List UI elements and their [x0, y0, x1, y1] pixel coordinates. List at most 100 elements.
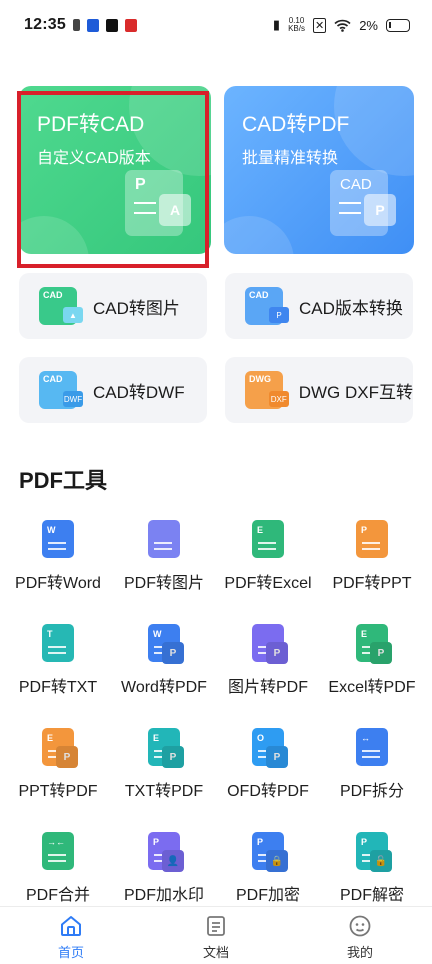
tool-pdf-split[interactable]: ↔ PDF拆分 [318, 728, 426, 828]
icon-badge: P [162, 642, 184, 664]
icon-line [258, 548, 276, 550]
tool-label: Word转PDF [121, 679, 207, 696]
tool-word-to-pdf[interactable]: W P Word转PDF [110, 624, 218, 724]
icon-line [48, 860, 66, 862]
icon-text: P [153, 837, 160, 847]
pdf-to-image-icon [148, 520, 180, 558]
icon-text: P [361, 837, 368, 847]
tool-label: PDF转TXT [18, 679, 98, 696]
pdf-split-icon: ↔ [356, 728, 388, 766]
icon-line [154, 548, 172, 550]
icon-text: E [257, 525, 264, 535]
icon-badge: P [269, 307, 289, 323]
quick-label: CAD转图片 [93, 298, 180, 318]
tool-label: Excel转PDF [328, 679, 416, 696]
nav-profile[interactable]: 我的 [320, 907, 400, 964]
pdf-merge-icon: →← [42, 832, 74, 870]
tool-label: TXT转PDF [124, 783, 204, 800]
nav-documents[interactable]: 文档 [176, 907, 256, 964]
icon-text: E [47, 733, 54, 743]
doc-line [339, 202, 361, 204]
tool-image-to-pdf[interactable]: P 图片转PDF [214, 624, 322, 724]
icon-line [362, 750, 380, 752]
icon-badge: P [162, 746, 184, 768]
icon-badge: 🔒 [266, 850, 288, 872]
dwg-dxf-icon: DWG DXF [245, 371, 289, 409]
icon-badge: DXF [268, 391, 289, 407]
icon-badge: P [266, 746, 288, 768]
tool-pdf-to-word[interactable]: W PDF转Word [4, 520, 112, 620]
cad-to-pdf-card[interactable]: CAD转PDF 批量精准转换 CAD P [224, 86, 414, 254]
quick-cad-version-convert[interactable]: CAD P CAD版本转换 [225, 273, 413, 339]
tool-pdf-to-txt[interactable]: T PDF转TXT [4, 624, 112, 724]
tool-label: PDF转图片 [123, 575, 204, 592]
status-time: 12:35 [24, 16, 66, 33]
tool-label: PDF加密 [235, 887, 300, 904]
cad-version-icon: CAD P [245, 287, 289, 325]
icon-line [154, 542, 172, 544]
battery-icon [386, 18, 410, 32]
tool-pdf-to-ppt[interactable]: P PDF转PPT [318, 520, 426, 620]
tool-ppt-to-pdf[interactable]: E P PPT转PDF [4, 728, 112, 828]
icon-text: P [361, 525, 368, 535]
nav-label: 文档 [202, 945, 229, 960]
icon-line [362, 542, 380, 544]
icon-text: CAD [43, 374, 63, 384]
icon-line [362, 756, 380, 758]
cad-image-icon: CAD ▲ [39, 287, 83, 325]
icon-line [48, 854, 66, 856]
news-icon [124, 18, 137, 32]
icon-text: E [153, 733, 160, 743]
icon-text: CAD [43, 290, 63, 300]
document-icon [207, 916, 225, 936]
quick-label: CAD版本转换 [299, 298, 403, 318]
nav-label: 首页 [57, 945, 84, 960]
tool-excel-to-pdf[interactable]: E P Excel转PDF [318, 624, 426, 724]
icon-badge: P [56, 746, 78, 768]
icon-text: ↔ [361, 733, 370, 743]
tool-label: PDF转PPT [332, 575, 412, 592]
sim-icon [72, 19, 80, 31]
tool-label: 图片转PDF [227, 679, 308, 696]
icon-badge: 👤 [162, 850, 184, 872]
nav-home[interactable]: 首页 [31, 907, 111, 964]
network-speed: 0.10 KB/s [288, 17, 305, 33]
tool-label: PDF转Word [15, 575, 101, 592]
cad-document-icon: CAD P [330, 170, 396, 236]
tool-txt-to-pdf[interactable]: E P TXT转PDF [110, 728, 218, 828]
icon-line [48, 652, 66, 654]
quick-label: CAD转DWF [93, 382, 185, 402]
tool-pdf-to-image[interactable]: PDF转图片 [110, 520, 218, 620]
pdf-badge: P [364, 194, 396, 226]
tool-label: PDF转Excel [224, 575, 312, 592]
icon-text: W [47, 525, 56, 535]
icon-badge: P [266, 642, 288, 664]
icon-badge: P [370, 642, 392, 664]
icon-line [258, 542, 276, 544]
tool-ofd-to-pdf[interactable]: O P OFD转PDF [214, 728, 322, 828]
card-subtitle: 批量精准转换 [242, 150, 339, 167]
icon-text: T [47, 629, 53, 639]
doc-line [339, 212, 361, 214]
icon-text: DWG [249, 374, 271, 384]
icon-line [48, 548, 66, 550]
pdf-to-word-icon: W [42, 520, 74, 558]
icon-text: E [361, 629, 368, 639]
tool-label: PPT转PDF [18, 783, 98, 800]
tiktok-icon [105, 18, 118, 32]
icon-line [48, 646, 66, 648]
icon-text: CAD [249, 290, 269, 300]
highlight-frame [17, 91, 209, 268]
quick-dwg-dxf-convert[interactable]: DWG DXF DWG DXF互转 [225, 357, 413, 423]
icon-text: O [257, 733, 265, 743]
bottom-nav: 首页 文档 我的 [0, 906, 432, 964]
tool-label: PDF加水印 [123, 887, 204, 904]
icon-badge: DWF [63, 391, 83, 407]
tool-pdf-to-excel[interactable]: E PDF转Excel [214, 520, 322, 620]
icon-line [48, 542, 66, 544]
pdf-to-txt-icon: T [42, 624, 74, 662]
quick-cad-to-dwf[interactable]: CAD DWF CAD转DWF [19, 357, 207, 423]
quick-cad-to-image[interactable]: CAD ▲ CAD转图片 [19, 273, 207, 339]
icon-text: →← [47, 837, 65, 847]
tool-label: PDF解密 [339, 887, 404, 904]
